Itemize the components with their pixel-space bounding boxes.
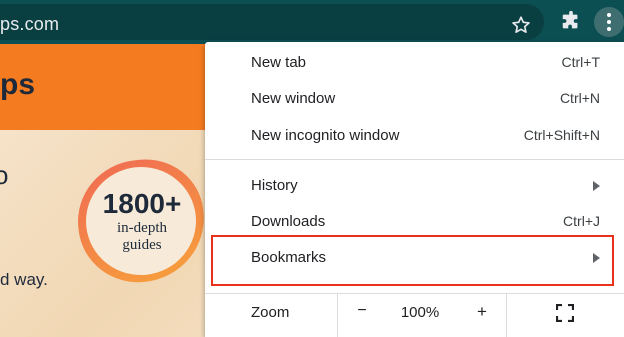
zoom-label: Zoom: [251, 304, 290, 321]
menu-divider: [205, 159, 624, 160]
badge-subtitle-line2: guides: [122, 237, 162, 253]
menu-item-shortcut: Ctrl+Shift+N: [523, 127, 600, 143]
zoom-out-button[interactable]: −: [355, 302, 369, 320]
browser-toolbar: ps.com: [0, 0, 624, 44]
menu-item-new-tab[interactable]: New tab Ctrl+T: [205, 45, 624, 81]
kebab-menu-button[interactable]: [594, 7, 624, 37]
zoom-row: Zoom − 100% +: [205, 294, 624, 337]
kebab-menu-icon: [607, 13, 611, 31]
address-bar[interactable]: ps.com: [0, 4, 544, 40]
star-icon[interactable]: [510, 14, 532, 36]
url-text[interactable]: ps.com: [0, 14, 59, 35]
hero-tagline: d way.: [0, 270, 48, 289]
menu-item-label: New tab: [251, 54, 307, 71]
menu-item-label: History: [251, 177, 298, 194]
menu-item-new-window[interactable]: New window Ctrl+N: [205, 81, 624, 117]
site-logo[interactable]: ps: [0, 68, 35, 102]
menu-item-label: Downloads: [251, 213, 326, 230]
zoom-separator: [337, 294, 338, 337]
chevron-right-icon: [593, 181, 600, 191]
puzzle-icon[interactable]: [560, 10, 582, 32]
zoom-level: 100%: [400, 304, 440, 321]
fullscreen-icon[interactable]: [556, 304, 574, 322]
menu-item-shortcut: Ctrl+T: [561, 54, 601, 70]
bookmarks-highlight-outline: [211, 235, 614, 286]
badge-number: 1800+: [102, 188, 182, 219]
menu-item-label: New window: [251, 90, 336, 107]
hero-heading-fragment: o: [0, 160, 9, 190]
menu-item-label: New incognito window: [251, 127, 400, 144]
zoom-in-button[interactable]: +: [475, 302, 489, 322]
menu-item-shortcut: Ctrl+N: [559, 90, 600, 106]
menu-item-shortcut: Ctrl+J: [563, 213, 600, 229]
menu-item-history[interactable]: History: [205, 168, 624, 204]
badge-subtitle-line1: in-depth: [117, 220, 167, 236]
menu-item-new-incognito-window[interactable]: New incognito window Ctrl+Shift+N: [205, 118, 624, 154]
chrome-main-menu: New tab Ctrl+T New window Ctrl+N New inc…: [205, 42, 624, 337]
zoom-separator: [506, 294, 507, 337]
